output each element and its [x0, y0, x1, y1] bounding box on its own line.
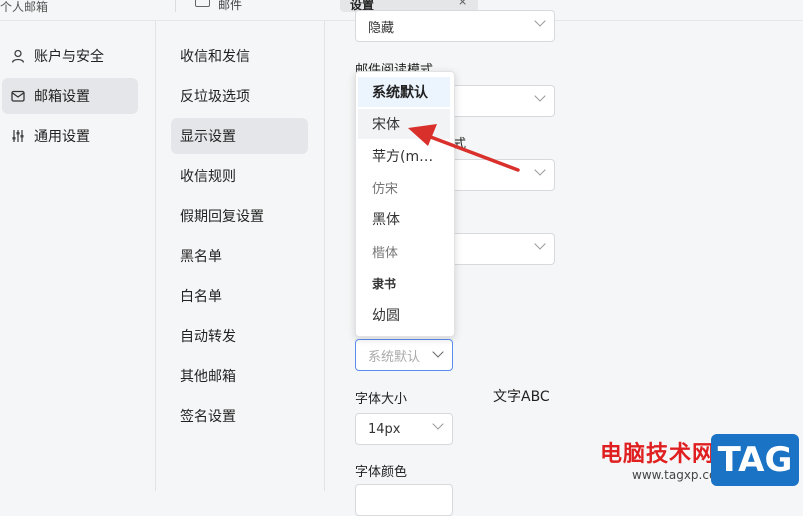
annotation-arrow — [408, 124, 520, 172]
watermark-tag-logo: TAG — [711, 434, 799, 486]
site-watermark: 电脑技术网 www.tagxp.com TAG — [596, 434, 803, 491]
watermark-site-name: 电脑技术网 — [600, 442, 716, 467]
